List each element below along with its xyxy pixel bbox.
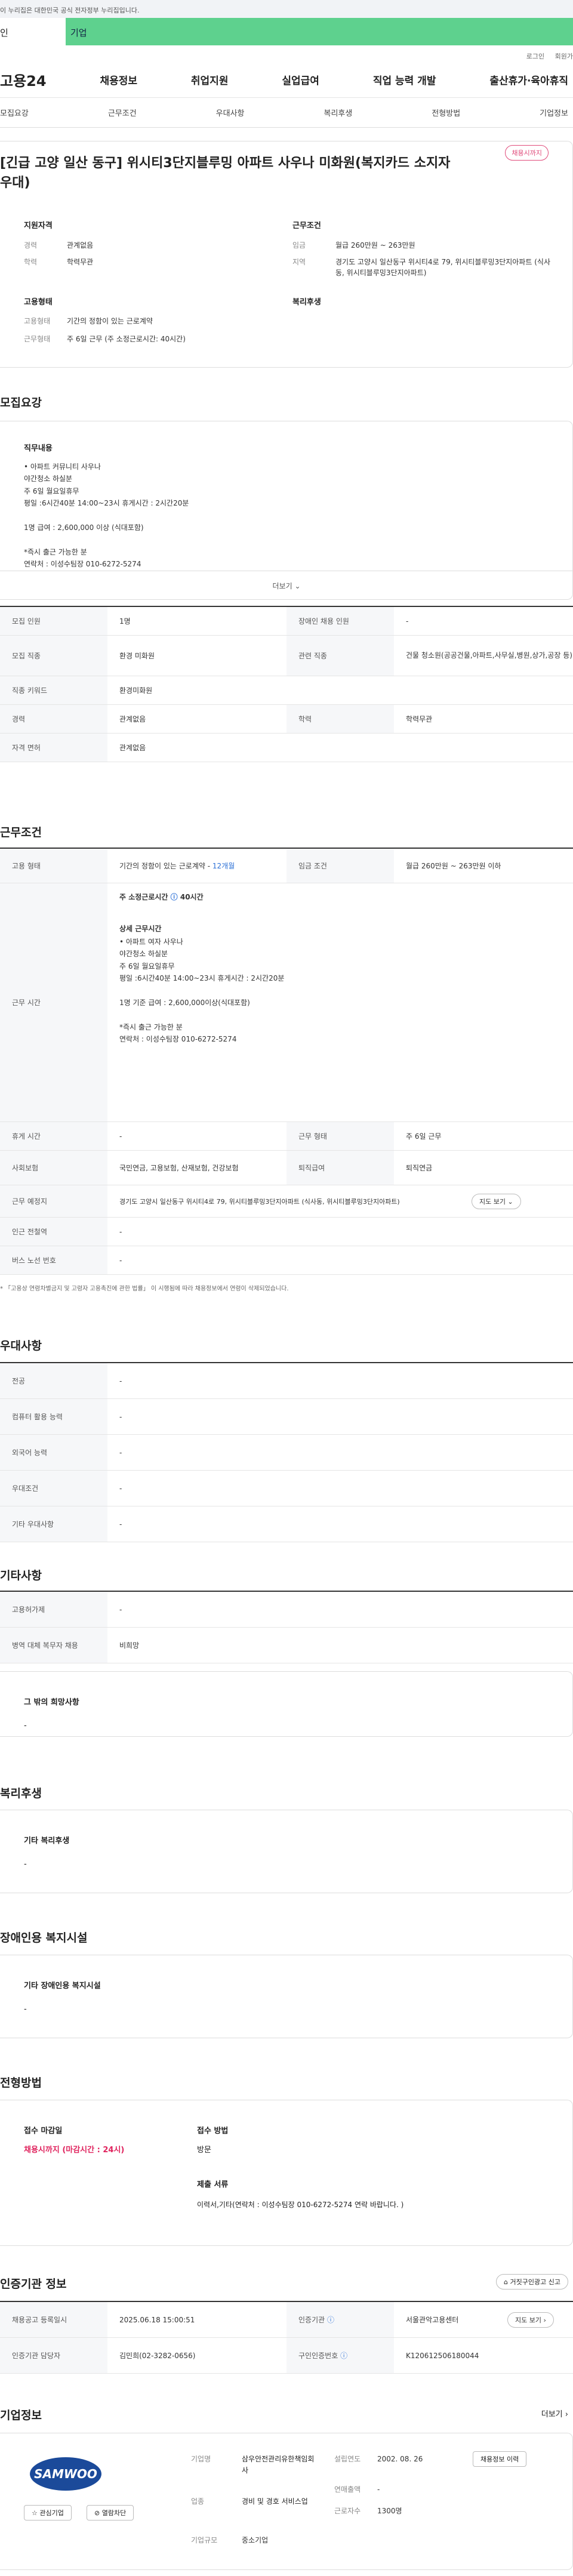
recruit-section-title: 모집요강 <box>0 396 42 409</box>
table-row: 자격 면허 관계없음 <box>0 734 573 762</box>
table-row: 휴게 시간 - 근무 형태 주 6일 근무 <box>0 1122 573 1151</box>
table-row: 근무 예정지 경기도 고양시 일산동구 위시티4로 79, 위시티블루밍3단지아파… <box>0 1185 573 1218</box>
nav-employment-support[interactable]: 취업지원 <box>191 72 229 87</box>
cond-heading: 근무조건 <box>292 221 321 230</box>
recruit-table: 모집 인원 1명 장애인 채용 인원 - 모집 직종 환경 미화원 관련 직종 건물 청소원… <box>0 606 573 762</box>
global-nav: 고용24 채용정보 취업지원 실업급여 직업 능력 개발 출산휴가·육아휴직 <box>0 62 573 98</box>
section-anchor-nav: 모집요강 근무조건 우대사항 복리후생 전형방법 기업정보 <box>0 98 573 128</box>
tab-company[interactable]: 기업 <box>66 18 573 45</box>
duty-more-button[interactable]: 더보기 ⌄ <box>0 571 573 599</box>
duty-text: • 아파트 커뮤니티 사우나 야간청소 하실분 주 6일 월요일휴무 평일 :6… <box>24 463 189 569</box>
table-row: 직종 키워드 환경미화원 <box>0 676 573 705</box>
emp-form: 근무형태 주 6일 근무 (주 소정근로시간: 40시간) <box>24 335 186 343</box>
welfare-box: 기타 복리후생 - <box>0 1810 573 1893</box>
house-icon: ⌂ <box>504 2278 509 2286</box>
block-company-button[interactable]: ⊘ 열람차단 <box>87 2505 134 2520</box>
block-icon: ⊘ <box>94 2509 100 2517</box>
table-row: 경력 관계없음 학력 학력무관 <box>0 705 573 734</box>
qual-education: 학력 학력무관 <box>24 258 94 266</box>
job-summary-card: [긴급 고양 일산 동구] 위시티3단지블루밍 아파트 사우나 미화원(복지카드… <box>0 141 573 368</box>
welfare-section-title: 복리후생 <box>0 1787 42 1800</box>
company-more-link[interactable]: 더보기 › <box>541 2408 568 2419</box>
login-link[interactable]: 로그인 <box>526 53 544 60</box>
work-section-title: 근무조건 <box>0 826 42 839</box>
anchor-work[interactable]: 근무조건 <box>108 107 137 118</box>
disabled-box: 기타 장애인용 복지시설 - <box>0 1955 573 2038</box>
disabled-section-title: 장애인용 복지시설 <box>0 1931 88 1945</box>
site-logo[interactable]: 고용24 <box>0 69 47 90</box>
agency-section-title: 인증기관 정보 <box>0 2278 67 2291</box>
table-row: 근무 시간 주 소정근로시간 ⓘ 40시간 상세 근무시간 • 아파트 여자 사… <box>0 883 573 1122</box>
pref-table: 전공 - 컴퓨터 활용 능력 - 외국어 능력 - 우대조건 - 기타 우대사항 - <box>0 1362 573 1542</box>
process-section-title: 전형방법 <box>0 2076 42 2090</box>
company-logo: SAMWOO <box>30 2457 101 2491</box>
user-type-tabs: 인 기업 <box>0 18 573 45</box>
cond-location: 지역 경기도 고양시 일산동구 위시티4로 79, 위시티블루밍3단지아파트 (식… <box>292 258 551 277</box>
agency-map-button[interactable]: 지도 보기 › <box>507 2312 554 2328</box>
etc-table: 고용허가제 - 병역 대체 복무자 채용 비희망 <box>0 1591 573 1663</box>
gov-banner: 이 누리집은 대한민국 공식 전자정부 누리집입니다. <box>0 0 573 18</box>
anchor-welfare[interactable]: 복리후생 <box>324 107 352 118</box>
anchor-pref[interactable]: 우대사항 <box>216 107 245 118</box>
report-button[interactable]: ⌂ 거짓구인광고 신고 <box>496 2274 568 2290</box>
job-title: [긴급 고양 일산 동구] 위시티3단지블루밍 아파트 사우나 미화원(복지카드… <box>0 156 451 190</box>
etc-section-title: 기타사항 <box>0 1569 42 1582</box>
deadline-value: 채용시까지 (마감시간 : 24시) <box>24 2146 125 2155</box>
signup-link[interactable]: 회원가 <box>555 53 573 60</box>
table-row: 모집 직종 환경 미화원 관련 직종 건물 청소원(공공건물,아파트,사무실,병원,상… <box>0 636 573 676</box>
table-row: 사회보험 국민연금, 고용보험, 산재보험, 건강보험 퇴직급여 퇴직연금 <box>0 1151 573 1185</box>
wish-box: 그 밖의 희망사항 - <box>0 1671 573 1737</box>
anchor-recruit[interactable]: 모집요강 <box>0 107 29 118</box>
duty-heading: 직무내용 <box>24 444 53 453</box>
table-row: 모집 인원 1명 장애인 채용 인원 - <box>0 607 573 636</box>
company-history-button[interactable]: 채용정보 이력 <box>473 2451 527 2467</box>
tab-personal[interactable]: 인 <box>0 18 66 45</box>
deadline-badge: 채용시까지 <box>505 145 549 161</box>
duty-box: 직무내용 • 아파트 커뮤니티 사우나 야간청소 하실분 주 6일 월요일휴무 … <box>0 421 573 600</box>
nav-unemployment[interactable]: 실업급여 <box>282 72 319 87</box>
info-icon: ⓘ <box>170 893 178 901</box>
agency-table: 채용공고 등록일시 2025.06.18 15:00:51 인증기관 ⓘ 서울관악고용… <box>0 2301 573 2374</box>
nav-leave[interactable]: 출산휴가·육아휴직 <box>489 72 568 87</box>
nav-jobs[interactable]: 채용정보 <box>100 72 137 87</box>
util-links: 로그인 회원가 <box>0 45 573 62</box>
star-icon: ☆ <box>32 2509 38 2517</box>
company-section-title: 기업정보 <box>0 2409 42 2422</box>
company-box: SAMWOO ☆ 관심기업 ⊘ 열람차단 기업명 삼우안전관리유한책임회사 설립… <box>0 2433 573 2570</box>
work-map-button[interactable]: 지도 보기 ⌄ <box>472 1193 521 1209</box>
emp-heading: 고용형태 <box>24 298 53 307</box>
pref-section-title: 우대사항 <box>0 1339 42 1352</box>
anchor-process[interactable]: 전형방법 <box>432 107 460 118</box>
fav-company-button[interactable]: ☆ 관심기업 <box>24 2505 72 2520</box>
qual-heading: 지원자격 <box>24 221 53 230</box>
qual-career: 경력 관계없음 <box>24 241 94 249</box>
emp-type: 고용형태 기간의 정함이 있는 근로계약 <box>24 317 153 325</box>
table-row: 버스 노선 번호 - <box>0 1246 573 1275</box>
nav-training[interactable]: 직업 능력 개발 <box>373 72 436 87</box>
table-row: 고용 형태 기간의 정함이 있는 근로계약 - 12개월 임금 조건 월급 260만원… <box>0 849 573 883</box>
process-box: 접수 마감일 채용시까지 (마감시간 : 24시) 접수 방법 방문 제출 서류… <box>0 2100 573 2246</box>
work-table: 고용 형태 기간의 정함이 있는 근로계약 - 12개월 임금 조건 월급 260만원… <box>0 848 573 1275</box>
anchor-company[interactable]: 기업정보 <box>540 107 568 118</box>
welfare-heading: 복리후생 <box>292 298 321 307</box>
age-note: * 「고용상 연령차별금지 및 고령자 고용촉진에 관한 법률」 이 시행됨에 … <box>0 1286 289 1292</box>
table-row: 인근 전철역 - <box>0 1218 573 1246</box>
cond-wage: 임금 월급 260만원 ~ 263만원 <box>292 241 415 249</box>
